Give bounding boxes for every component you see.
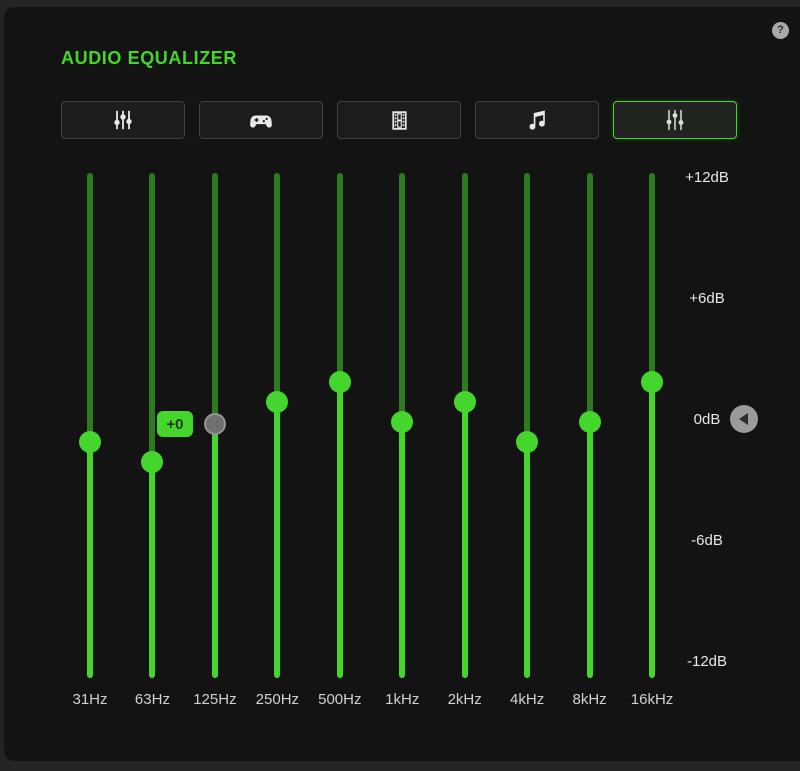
- eq-slider-track-500Hz[interactable]: [337, 173, 343, 678]
- preset-button-custom[interactable]: [613, 101, 737, 139]
- help-button[interactable]: ?: [772, 22, 789, 39]
- band-frequency-label: 500Hz: [318, 691, 361, 708]
- eq-slider-track-16kHz[interactable]: [649, 173, 655, 678]
- band-frequency-label: 8kHz: [573, 691, 607, 708]
- eq-faders-icon: [110, 107, 136, 133]
- eq-slider-track-2kHz[interactable]: [462, 173, 468, 678]
- preset-button-music[interactable]: [475, 101, 599, 139]
- band-frequency-label: 125Hz: [193, 691, 236, 708]
- band-frequency-label: 250Hz: [256, 691, 299, 708]
- band-frequency-label: 2kHz: [448, 691, 482, 708]
- page-title: AUDIO EQUALIZER: [61, 48, 237, 69]
- eq-slider-thumb-8kHz[interactable]: [579, 411, 601, 433]
- question-mark-icon: ?: [777, 24, 784, 36]
- band-frequency-label: 16kHz: [631, 691, 674, 708]
- gain-value-tooltip: +0: [157, 411, 193, 437]
- preset-button-default[interactable]: [61, 101, 185, 139]
- eq-slider-thumb-31Hz[interactable]: [79, 431, 101, 453]
- eq-slider-thumb-4kHz[interactable]: [516, 431, 538, 453]
- eq-slider-track-4kHz[interactable]: [524, 173, 530, 678]
- band-frequency-label: 4kHz: [510, 691, 544, 708]
- eq-slider-thumb-2kHz[interactable]: [454, 391, 476, 413]
- eq-slider-thumb-16kHz[interactable]: [641, 371, 663, 393]
- db-scale-label: -6dB: [662, 532, 752, 549]
- custom-sliders-icon: [662, 107, 688, 133]
- band-frequency-label: 63Hz: [135, 691, 170, 708]
- film-icon: [387, 108, 412, 133]
- band-frequency-label: 1kHz: [385, 691, 419, 708]
- eq-slider-thumb-500Hz[interactable]: [329, 371, 351, 393]
- eq-slider-thumb-125Hz[interactable]: [204, 413, 226, 435]
- db-scale-label: +12dB: [662, 169, 752, 186]
- eq-slider-track-250Hz[interactable]: [274, 173, 280, 678]
- eq-slider-track-31Hz[interactable]: [87, 173, 93, 678]
- preset-button-movie[interactable]: [337, 101, 461, 139]
- chevron-left-icon: [739, 413, 748, 425]
- db-scale-label: -12dB: [662, 653, 752, 670]
- music-note-icon: [524, 107, 550, 133]
- gamepad-icon: [248, 107, 274, 133]
- band-frequency-label: 31Hz: [72, 691, 107, 708]
- collapse-scale-button[interactable]: [730, 405, 758, 433]
- db-scale-label: +6dB: [662, 290, 752, 307]
- eq-slider-track-63Hz[interactable]: [149, 173, 155, 678]
- preset-button-game[interactable]: [199, 101, 323, 139]
